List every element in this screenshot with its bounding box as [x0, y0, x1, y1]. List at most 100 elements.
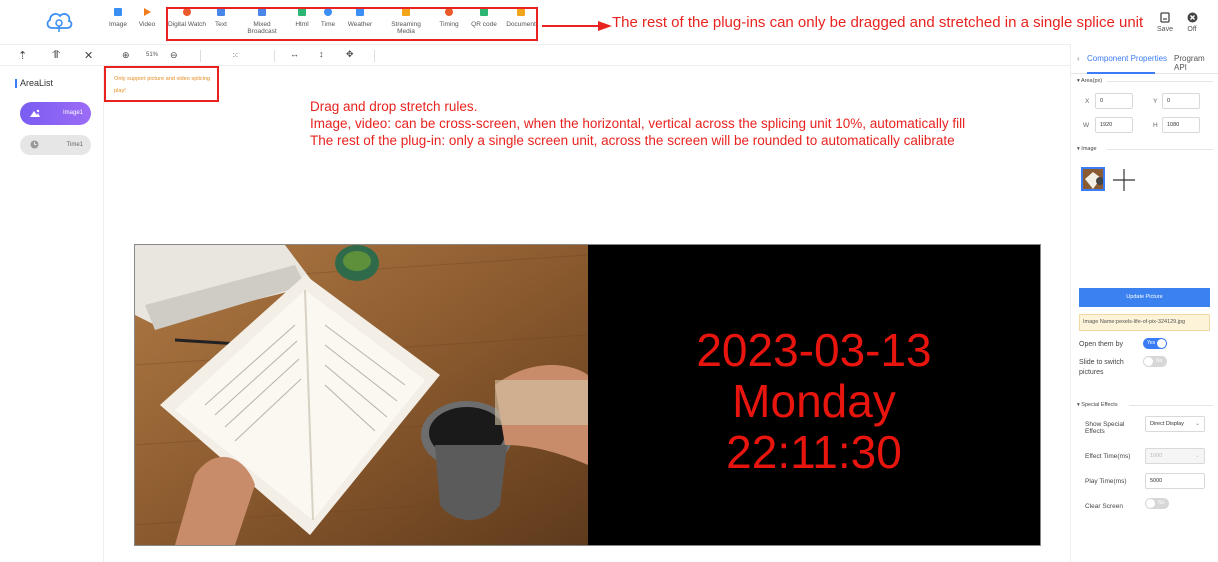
tab-component-properties[interactable]: Component Properties	[1087, 54, 1167, 63]
effect-time-select: 1000 ⌄	[1145, 448, 1205, 464]
open-them-by-toggle[interactable]: Yes	[1143, 338, 1167, 349]
clock-icon	[30, 140, 39, 149]
chevron-down-icon: ⌄	[1194, 421, 1200, 427]
move-icon[interactable]: ✥	[346, 49, 354, 60]
top-toolbar: Image Video Digital Watch Text Mixed Broadca…	[0, 0, 1218, 44]
close-circle-icon	[1187, 12, 1197, 23]
toggle-knob	[1144, 357, 1153, 366]
off-label: Off	[1187, 26, 1197, 33]
divider	[374, 50, 375, 62]
save-label: Save	[1157, 26, 1173, 33]
y-input[interactable]: 0	[1162, 93, 1200, 109]
toggle-knob	[1157, 339, 1166, 348]
area-list-title: AreaList	[14, 78, 54, 88]
divider	[1129, 405, 1213, 406]
slide-switch-label: Slide to switch pictures	[1079, 359, 1124, 376]
x-input[interactable]: 0	[1095, 93, 1133, 109]
image1-area[interactable]	[135, 245, 588, 545]
area-section-label: Area(px)	[1081, 78, 1103, 84]
h-label: H	[1153, 122, 1158, 129]
open-them-by-label: Open them by	[1079, 341, 1123, 348]
program-canvas[interactable]: 2023-03-13 Monday 22:11:30	[134, 244, 1041, 546]
chevron-left-icon[interactable]: ‹	[1077, 54, 1080, 63]
clock-time: 22:11:30	[726, 426, 902, 478]
clear-screen-toggle[interactable]: No	[1145, 498, 1169, 509]
save-icon	[1160, 12, 1170, 23]
toolbar-item-video[interactable]: Video	[127, 8, 167, 38]
clock-date: 2023-03-13	[696, 324, 932, 376]
time1-area[interactable]: 2023-03-13 Monday 22:11:30	[588, 245, 1040, 545]
align-top-icon[interactable]: ⥣	[52, 49, 60, 62]
off-button[interactable]: Off	[1182, 12, 1202, 33]
plugin-highlight-box	[166, 7, 538, 41]
show-effects-select[interactable]: Direct Display ⌄	[1145, 416, 1205, 432]
toggle-value: Yes	[1147, 340, 1156, 346]
toggle-value: No	[1158, 500, 1165, 506]
area-item-label: Time1	[66, 142, 83, 148]
divider	[200, 50, 201, 62]
show-effects-label: Show Special Effects	[1085, 421, 1125, 435]
area-item-image1[interactable]: Image1	[20, 102, 91, 125]
special-effects-label: Special Effects	[1081, 402, 1118, 408]
clear-screen-label: Clear Screen	[1085, 503, 1123, 510]
image-icon	[30, 109, 40, 117]
arrow-icon	[542, 21, 612, 31]
toolbar-item-label: Image	[108, 21, 128, 28]
h-input[interactable]: 1080	[1162, 117, 1200, 133]
effect-time-value: 1000	[1150, 453, 1163, 459]
effect-time-label: Effect Time(ms)	[1085, 453, 1131, 460]
stretch-rules-note: Drag and drop stretch rules. Image, vide…	[310, 98, 965, 149]
grid-icon[interactable]: ⁙	[232, 51, 239, 60]
image-thumbnail-preview	[1083, 169, 1103, 189]
clock-weekday: Monday	[732, 375, 896, 427]
rules-line: Image, video: can be cross-screen, when …	[310, 116, 966, 131]
divider	[1107, 149, 1213, 150]
slide-switch-toggle[interactable]: No	[1143, 356, 1167, 367]
image-section-label: Image	[1081, 146, 1097, 152]
cloud-logo-icon	[46, 13, 73, 32]
w-label: W	[1083, 122, 1090, 129]
rules-line: The rest of the plug-in: only a single s…	[310, 133, 955, 148]
video-icon	[144, 8, 151, 16]
stretch-vertical-icon[interactable]: ↕	[319, 49, 324, 59]
save-button[interactable]: Save	[1155, 12, 1175, 33]
image-thumbnail[interactable]	[1081, 167, 1105, 191]
area-list-panel: AreaList Image1 Time1	[0, 66, 104, 562]
show-effects-value: Direct Display	[1150, 421, 1184, 427]
toggle-value: No	[1156, 358, 1163, 364]
y-label: Y	[1153, 98, 1158, 105]
tab-program-api[interactable]: Program API	[1174, 54, 1218, 72]
chevron-down-icon: ⌄	[1194, 453, 1200, 459]
update-picture-button[interactable]: Update Picture	[1079, 288, 1210, 307]
zoom-in-icon[interactable]: ⊕	[122, 50, 130, 61]
x-label: X	[1085, 98, 1090, 105]
toggle-knob	[1146, 499, 1155, 508]
area-item-time1[interactable]: Time1	[20, 135, 91, 155]
divider	[274, 50, 275, 62]
play-time-input[interactable]: 5000	[1145, 473, 1205, 489]
close-icon[interactable]: ✕	[84, 49, 93, 62]
zoom-level: 51%	[146, 52, 159, 58]
add-image-icon[interactable]	[1111, 167, 1137, 193]
upload-icon[interactable]: ⇡	[18, 49, 27, 62]
active-tab-indicator	[1087, 72, 1155, 74]
properties-panel: ‹ Component Properties Program API ▾ Are…	[1070, 44, 1218, 562]
properties-tabs: ‹ Component Properties Program API	[1071, 52, 1218, 74]
image-section-title: ▾ Image	[1077, 146, 1097, 152]
rules-line: Drag and drop stretch rules.	[310, 99, 478, 114]
splicing-warning-box: Only support picture and video splicing …	[104, 66, 219, 102]
plugin-annotation: The rest of the plug-ins can only be dra…	[612, 14, 1144, 31]
sub-toolbar: ⇡ ⥣ ✕ ⊕ 51% ⊖ ⁙ ↔ ↕ ✥	[0, 44, 1070, 66]
image-icon	[114, 8, 122, 16]
splicing-warning-text: Only support picture and video splicing …	[114, 76, 211, 94]
area-item-label: Image1	[62, 110, 83, 116]
play-time-label: Play Time(ms)	[1085, 478, 1127, 485]
toolbar-item-label: Video	[138, 21, 156, 28]
stretch-horizontal-icon[interactable]: ↔	[290, 49, 299, 59]
w-input[interactable]: 1920	[1095, 117, 1133, 133]
zoom-out-icon[interactable]: ⊖	[170, 50, 178, 61]
image-name-field: Image Name:pexels-life-of-pix-324129.jpg	[1079, 314, 1210, 331]
special-effects-section-title: ▾ Special Effects	[1077, 402, 1118, 408]
area-section-title: ▾ Area(px)	[1077, 78, 1103, 84]
divider	[1107, 81, 1213, 82]
